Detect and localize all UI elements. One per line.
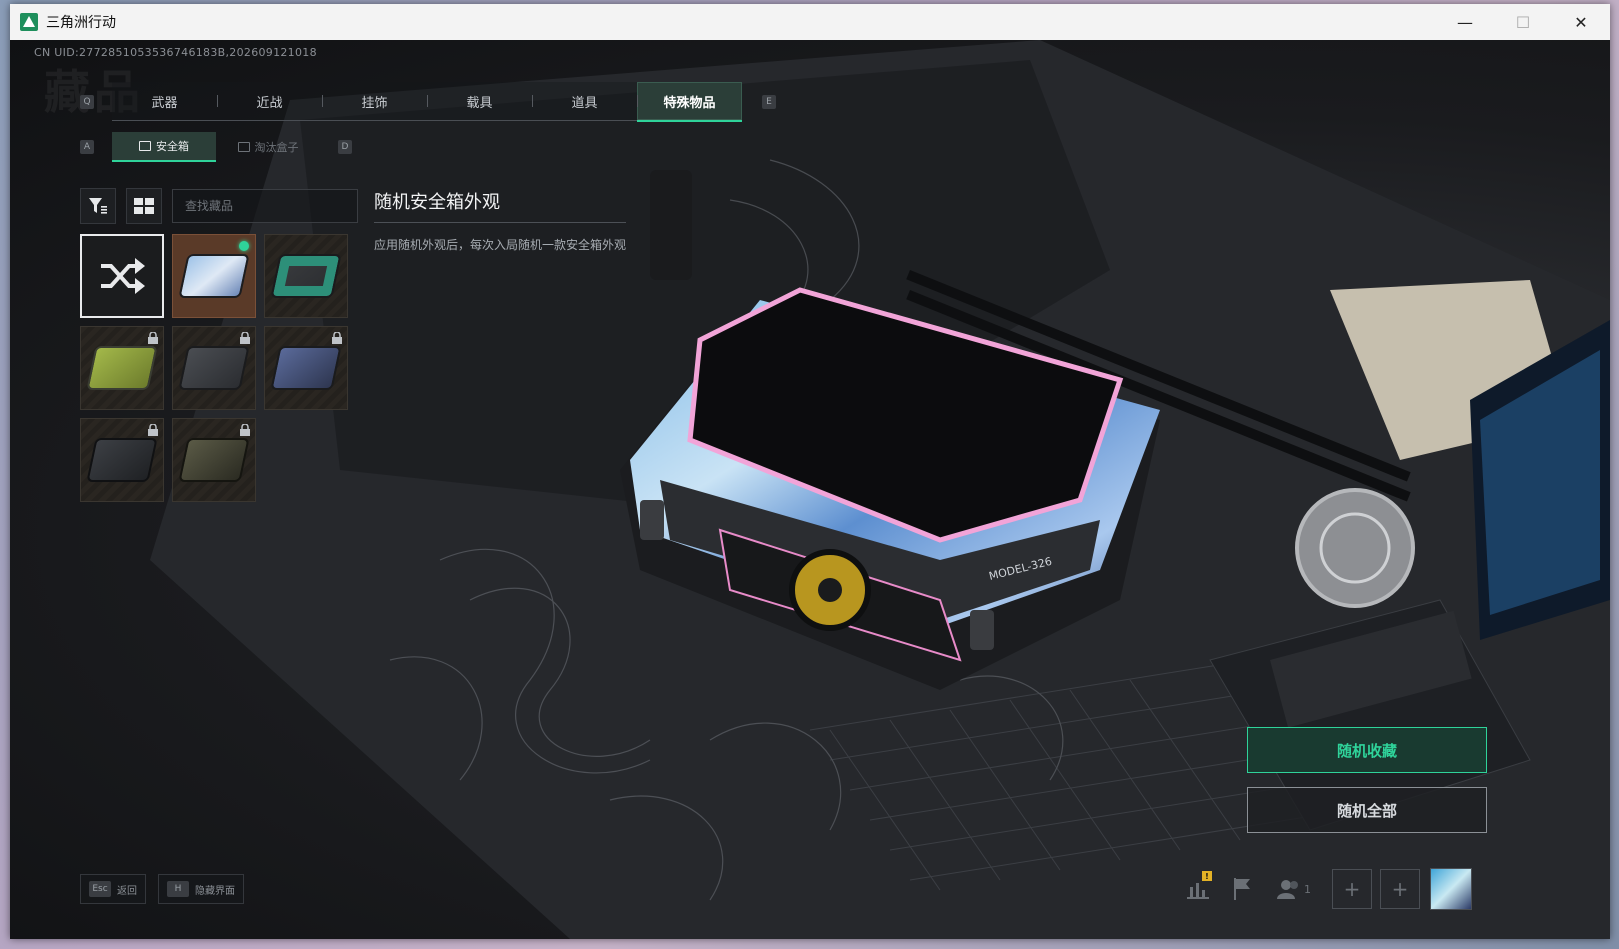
hide-ui-label: 隐藏界面	[195, 885, 235, 897]
invite-slot-button[interactable]: +	[1380, 869, 1420, 909]
invite-slot-button[interactable]: +	[1332, 869, 1372, 909]
safe-box-skin-slot[interactable]	[264, 326, 348, 410]
grid-view-button[interactable]	[126, 188, 162, 224]
key-hint-prev-subtab: A	[80, 140, 94, 154]
maximize-button[interactable]: ☐	[1494, 4, 1552, 40]
close-button[interactable]: ✕	[1552, 4, 1610, 40]
flag-icon	[1234, 878, 1250, 900]
safe-box-thumbnail	[86, 346, 158, 390]
lock-icon	[148, 332, 158, 344]
key-hint-next-subtab: D	[338, 140, 352, 154]
player-avatar[interactable]	[1430, 868, 1472, 910]
tab-special-items[interactable]: 特殊物品	[637, 82, 742, 122]
safe-box-preview: MODEL-326	[620, 287, 1160, 690]
lock-icon	[148, 424, 158, 436]
footer-hints: Esc 返回 H 隐藏界面	[80, 874, 256, 904]
game-viewport: CN UID:2772851053536746183B,202609121018…	[10, 40, 1610, 939]
safe-box-skin-slot[interactable]	[80, 418, 164, 502]
key-hint-prev-tab: Q	[80, 94, 94, 109]
window-title: 三角洲行动	[46, 15, 116, 31]
party-button[interactable]: 1	[1264, 869, 1324, 909]
item-detail-panel: 随机安全箱外观 应用随机外观后，每次入局随机一款安全箱外观	[374, 188, 626, 255]
lock-icon	[332, 332, 342, 344]
warning-badge: !	[1202, 871, 1212, 881]
hud-bar: ! 1 + +	[1176, 866, 1472, 912]
esc-key-hint: Esc	[89, 881, 111, 897]
title-bar: 三角洲行动 — ☐ ✕	[10, 4, 1610, 40]
filter-button[interactable]	[80, 188, 116, 224]
lock-icon	[240, 332, 250, 344]
search-input[interactable]	[172, 189, 358, 223]
equipped-indicator-icon	[239, 241, 249, 251]
minimize-button[interactable]: —	[1436, 4, 1494, 40]
safe-box-thumbnail	[270, 254, 342, 298]
game-window: 三角洲行动 — ☐ ✕ CN UID:2772851053536746183B,…	[10, 4, 1610, 939]
tab-vehicles[interactable]: 载具	[427, 82, 532, 120]
category-tabs: Q 武器 近战 挂饰 载具 道具 特殊物品 E	[80, 82, 776, 122]
subtab-elimination-box[interactable]: 淘汰盒子	[216, 133, 320, 161]
mission-button[interactable]	[1220, 869, 1264, 909]
filter-icon	[89, 198, 107, 214]
grid-view-icon	[134, 198, 154, 214]
tab-weapons[interactable]: 武器	[112, 82, 217, 120]
safe-box-skin-slot[interactable]	[172, 234, 256, 318]
plus-icon: +	[1343, 877, 1361, 901]
back-button[interactable]: Esc 返回	[80, 874, 146, 904]
hide-ui-button[interactable]: H 隐藏界面	[158, 874, 244, 904]
safe-box-thumbnail	[178, 438, 250, 482]
action-buttons: 随机收藏 随机全部	[1247, 727, 1487, 847]
safe-box-skin-slot[interactable]	[80, 326, 164, 410]
h-key-hint: H	[167, 881, 189, 897]
shuffle-icon	[101, 258, 145, 294]
back-label: 返回	[117, 885, 137, 897]
lock-icon	[240, 424, 250, 436]
box-icon	[237, 142, 250, 152]
subtab-safe-box-label: 安全箱	[156, 140, 189, 153]
stats-button[interactable]: !	[1176, 869, 1220, 909]
bar-chart-icon	[1187, 883, 1209, 899]
tab-bar: 武器 近战 挂饰 载具 道具 特殊物品	[112, 82, 742, 122]
briefcase-icon	[139, 141, 151, 151]
item-title: 随机安全箱外观	[374, 188, 626, 223]
item-description: 应用随机外观后，每次入局随机一款安全箱外观	[374, 238, 627, 252]
party-count: 1	[1304, 882, 1311, 896]
random-skin-slot[interactable]	[80, 234, 164, 318]
safe-box-skin-slot[interactable]	[172, 326, 256, 410]
tab-props[interactable]: 道具	[532, 82, 637, 120]
safe-box-thumbnail	[86, 438, 158, 482]
safe-box-thumbnail	[178, 346, 250, 390]
subcategory-tabs: A 安全箱 淘汰盒子 D	[80, 132, 352, 162]
safe-box-skin-slot[interactable]	[264, 234, 348, 318]
safe-box-grid	[80, 234, 348, 502]
key-hint-next-tab: E	[762, 94, 776, 109]
tab-melee[interactable]: 近战	[217, 82, 322, 120]
safe-box-thumbnail	[270, 346, 342, 390]
app-logo-icon	[20, 13, 38, 31]
safe-box-skin-slot[interactable]	[172, 418, 256, 502]
plus-icon: +	[1391, 877, 1409, 901]
random-favorite-button[interactable]: 随机收藏	[1247, 727, 1487, 773]
subtab-elimination-box-label: 淘汰盒子	[254, 141, 299, 154]
tab-charms[interactable]: 挂饰	[322, 82, 427, 120]
random-all-button[interactable]: 随机全部	[1247, 787, 1487, 833]
team-icon	[1277, 880, 1298, 899]
safe-box-thumbnail	[178, 254, 250, 298]
collection-toolbar	[80, 188, 358, 224]
subtab-safe-box[interactable]: 安全箱	[112, 132, 216, 162]
